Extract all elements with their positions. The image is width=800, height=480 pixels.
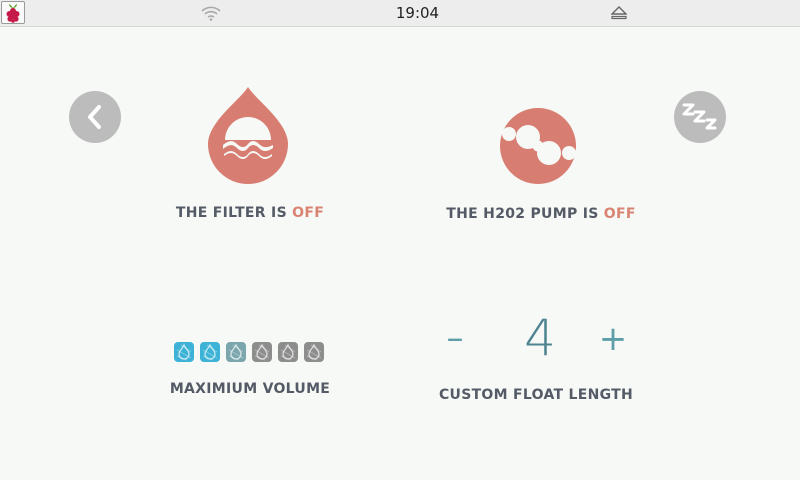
float-length-label: CUSTOM FLOAT LENGTH (438, 387, 634, 403)
chevron-left-icon (88, 105, 101, 129)
pump-state: OFF (603, 206, 636, 222)
decrement-button[interactable]: – (435, 318, 475, 358)
pump-label-text: THE H202 PUMP IS (446, 206, 599, 222)
back-button[interactable] (69, 91, 121, 143)
volume-level-2[interactable] (200, 342, 220, 362)
float-length-value: 4 (524, 309, 556, 367)
drop-mesh-icon (202, 343, 218, 361)
bubbles-icon[interactable] (498, 106, 578, 186)
taskbar: 19:04 (0, 0, 800, 27)
drop-mesh-icon (228, 343, 244, 361)
water-drop-icon[interactable] (206, 86, 290, 186)
drop-mesh-icon (176, 343, 192, 361)
pump-status-label: THE H202 PUMP IS OFF (436, 206, 646, 222)
wifi-icon[interactable] (200, 4, 222, 22)
volume-level-1[interactable] (174, 342, 194, 362)
volume-label: MAXIMIUM VOLUME (169, 381, 331, 397)
filter-label-text: THE FILTER IS (175, 205, 287, 221)
clock[interactable]: 19:04 (380, 0, 455, 26)
volume-level-3[interactable] (226, 342, 246, 362)
volume-level-selector[interactable] (174, 342, 324, 362)
raspberry-pi-menu-button[interactable] (1, 1, 25, 24)
drop-mesh-icon (280, 343, 296, 361)
increment-button[interactable]: + (593, 319, 633, 359)
filter-status-label: THE FILTER IS OFF (170, 205, 330, 221)
raspberry-pi-icon (6, 3, 20, 23)
sleep-button[interactable] (674, 91, 726, 143)
drop-mesh-icon (306, 343, 322, 361)
sleep-zzz-icon (682, 103, 717, 130)
volume-level-6[interactable] (304, 342, 324, 362)
eject-icon[interactable] (611, 6, 627, 20)
filter-state: OFF (292, 205, 325, 221)
volume-level-5[interactable] (278, 342, 298, 362)
drop-mesh-icon (254, 343, 270, 361)
volume-level-4[interactable] (252, 342, 272, 362)
